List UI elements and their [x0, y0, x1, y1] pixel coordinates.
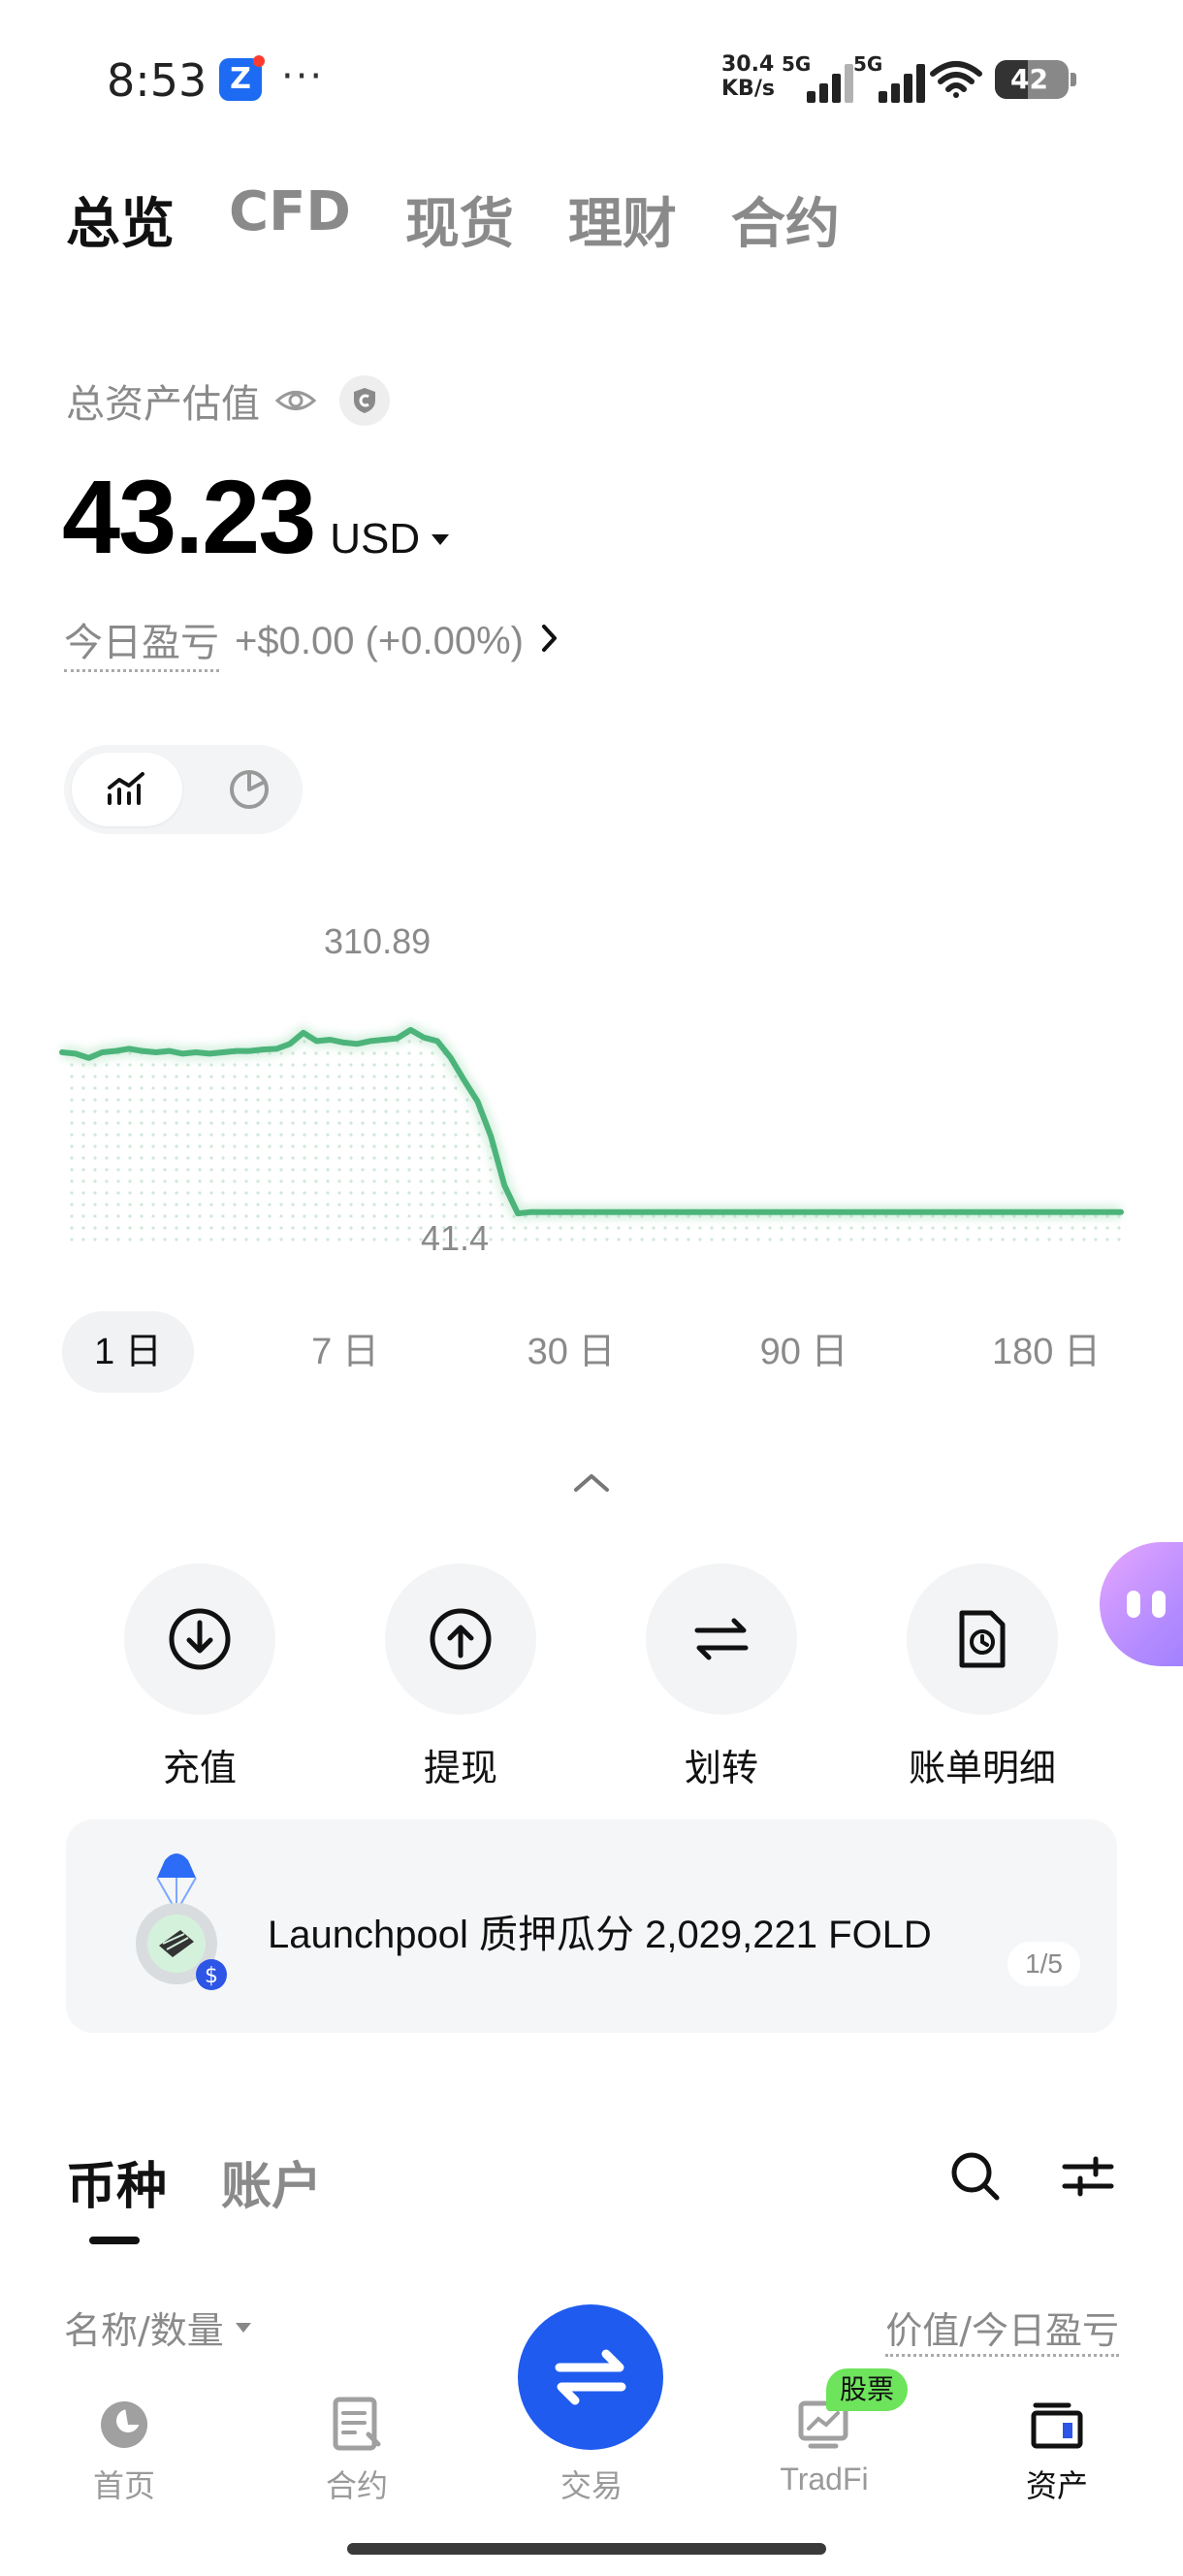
- today-pnl-label: 今日盈亏: [64, 611, 219, 672]
- total-assets-header: 总资产估值: [66, 372, 390, 429]
- chevron-right-icon: [539, 620, 560, 664]
- holdings-tabs: 币种 账户: [66, 2145, 376, 2244]
- deposit-label: 充值: [162, 1747, 237, 1789]
- nav-assets[interactable]: 资产: [979, 2392, 1135, 2506]
- chevron-up-icon[interactable]: [572, 1470, 611, 1497]
- total-balance: 43.23 USD: [62, 456, 450, 577]
- asset-trend-chart: [59, 1022, 1124, 1241]
- nav-trade-label: 交易: [560, 2468, 623, 2503]
- nav-home-label: 首页: [92, 2468, 155, 2503]
- home-icon: [101, 2401, 147, 2448]
- home-indicator: [347, 2543, 826, 2555]
- transfer-icon: [694, 1618, 749, 1660]
- status-time: 8:53: [107, 54, 208, 107]
- bubble-eye: [1152, 1591, 1166, 1618]
- launchpool-icon: $: [109, 1849, 244, 1994]
- tab-futures[interactable]: 合约: [731, 180, 840, 259]
- app-icon-letter: Z: [230, 62, 251, 96]
- range-30d[interactable]: 30 日: [498, 1311, 644, 1393]
- col-name-quantity: 名称/数量: [64, 2309, 224, 2352]
- svg-text:$: $: [205, 1964, 218, 1988]
- bill-details-button[interactable]: 账单明细: [885, 1563, 1079, 1791]
- withdraw-label: 提现: [423, 1747, 497, 1789]
- banner-text: Launchpool 质押瓜分 2,029,221 FOLD: [268, 1914, 932, 1956]
- bill-details-label: 账单明细: [908, 1747, 1056, 1789]
- nav-trade[interactable]: 交易: [514, 2392, 669, 2506]
- currency-label: USD: [330, 515, 421, 563]
- network-speed-value: 30.4: [721, 52, 775, 77]
- caret-down-icon: [432, 534, 450, 545]
- range-1d[interactable]: 1 日: [62, 1311, 194, 1393]
- launchpool-banner[interactable]: $ Launchpool 质押瓜分 2,029,221 FOLD 1/5: [66, 1819, 1117, 2033]
- bubble-eye: [1127, 1591, 1140, 1618]
- battery-level: 42: [1010, 63, 1048, 95]
- nav-assets-label: 资产: [1025, 2468, 1088, 2503]
- tab-spot[interactable]: 现货: [405, 180, 514, 259]
- assets-icon: [1031, 2402, 1083, 2449]
- nav-contract-label: 合约: [325, 2468, 388, 2503]
- nav-tradfi-label: TradFi: [780, 2462, 869, 2496]
- bill-icon: [959, 1610, 1006, 1668]
- battery-icon: 42: [995, 60, 1076, 99]
- eye-icon[interactable]: [273, 378, 318, 423]
- shield-icon[interactable]: [339, 375, 390, 426]
- today-pnl-value: +$0.00 (+0.00%): [235, 620, 524, 662]
- more-notifications-icon: ···: [281, 54, 325, 99]
- today-pnl-row[interactable]: 今日盈亏 +$0.00 (+0.00%): [64, 611, 560, 672]
- banner-page-indicator: 1/5: [1007, 1942, 1080, 1986]
- search-icon[interactable]: [948, 2149, 1003, 2207]
- range-90d[interactable]: 90 日: [731, 1311, 877, 1393]
- nav-home[interactable]: 首页: [47, 2392, 202, 2506]
- tab-overview[interactable]: 总览: [66, 180, 175, 259]
- time-range-tabs: 1 日 7 日 30 日 90 日 180 日: [62, 1311, 1129, 1393]
- contract-icon: [333, 2397, 381, 2451]
- total-assets-label: 总资产估值: [66, 382, 260, 427]
- line-chart-toggle[interactable]: [72, 753, 182, 826]
- tab-earn[interactable]: 理财: [568, 180, 677, 259]
- range-7d[interactable]: 7 日: [277, 1311, 413, 1393]
- network-speed: 30.4 KB/s: [721, 52, 775, 101]
- chart-type-toggle: [64, 745, 303, 834]
- transfer-button[interactable]: 划转: [624, 1563, 818, 1791]
- withdraw-icon: [430, 1608, 492, 1670]
- status-bar: 8:53 Z ··· 30.4 KB/s 5G 5G 42: [0, 0, 1183, 155]
- sort-by-name[interactable]: 名称/数量: [64, 2301, 251, 2354]
- tab-accounts[interactable]: 账户: [221, 2145, 322, 2218]
- nav-contract[interactable]: 合约: [279, 2392, 434, 2506]
- wifi-icon: [929, 60, 983, 103]
- caret-down-icon: [235, 2322, 251, 2333]
- deposit-icon: [169, 1608, 231, 1670]
- transfer-label: 划转: [684, 1747, 758, 1789]
- tab-cfd[interactable]: CFD: [229, 180, 351, 259]
- currency-selector[interactable]: USD: [330, 515, 450, 564]
- filter-icon[interactable]: [1061, 2153, 1115, 2204]
- balance-value: 43.23: [62, 458, 316, 575]
- range-180d[interactable]: 180 日: [964, 1311, 1129, 1393]
- line-chart-icon: [108, 772, 144, 805]
- withdraw-button[interactable]: 提现: [364, 1563, 558, 1791]
- stock-badge: 股票: [826, 2368, 909, 2411]
- app-notification-icon: Z: [219, 55, 265, 101]
- deposit-button[interactable]: 充值: [103, 1563, 297, 1791]
- pie-chart-toggle[interactable]: [194, 753, 304, 826]
- chart-min-label: 41.4: [421, 1218, 490, 1258]
- col-value-pnl[interactable]: 价值/今日盈亏: [885, 2301, 1119, 2357]
- top-tabs: 总览 CFD 现货 理财 合约: [66, 180, 894, 259]
- network-speed-unit: KB/s: [721, 77, 775, 101]
- assistant-bubble[interactable]: [1100, 1542, 1183, 1666]
- tab-coins[interactable]: 币种: [66, 2145, 167, 2244]
- pie-chart-icon: [230, 770, 269, 809]
